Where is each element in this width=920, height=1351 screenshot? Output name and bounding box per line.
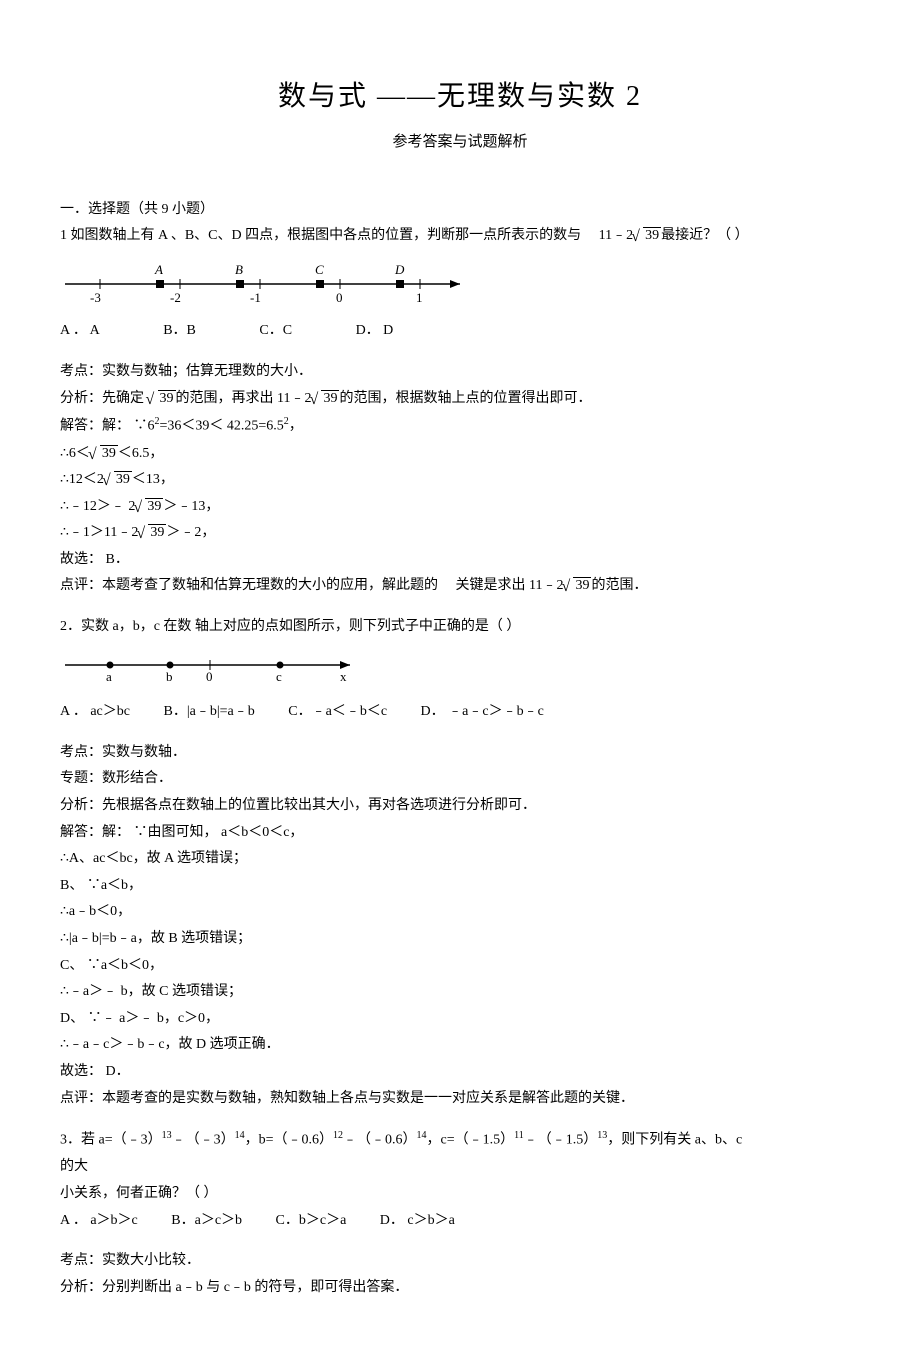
section-heading: 一．选择题（共 9 小题） [60,197,860,224]
sqrt-icon: 39 [563,573,591,600]
q1-step3: ∴﹣12＞﹣ 239＞﹣13， [60,494,860,521]
svg-text:C: C [315,262,324,277]
sqrt-icon: 39 [311,386,339,413]
q1-kaodian: 考点：实数与数轴；估算无理数的大小． [60,359,860,386]
q2-option-b: B．|a﹣b|=a﹣b [163,699,254,726]
q1-jieda: 解答：解： ∵62=36＜39＜ 42.25=6.52， [60,412,860,440]
q3-option-b: B．a＞c＞b [171,1208,242,1235]
q3-option-d: D． c＞b＞a [380,1208,455,1235]
q1-options: A ． A B．B C．C D． D [60,318,860,345]
q2-guxuan: 故选： D． [60,1059,860,1086]
sqrt-icon: 39 [138,520,166,547]
q1-stem: 1 如图数轴上有 A 、B、C、D 四点，根据图中各点的位置，判断那一点所表示的… [60,223,860,250]
q2-line-b1: B、 ∵a＜b， [60,873,860,900]
q1-stem-text-c: 最接近？（ ） [661,228,749,243]
q1-option-c: C．C [259,318,292,345]
sqrt-icon: 39 [90,441,118,468]
q2-line-d1: D、 ∵﹣ a＞﹣ b，c＞0， [60,1006,860,1033]
svg-text:A: A [154,262,163,277]
q1-step2: ∴12＜239＜13， [60,467,860,494]
q3-option-c: C．b＞c＞a [276,1208,347,1235]
q1-dianping: 点评：本题考查了数轴和估算无理数的大小的应用，解此题的 关键是求出 11﹣239… [60,573,860,600]
svg-text:D: D [394,262,405,277]
sqrt-icon: 39 [633,223,661,250]
svg-text:0: 0 [206,669,213,684]
svg-text:1: 1 [416,290,423,304]
q2-fenxi: 分析：先根据各点在数轴上的位置比较出其大小，再对各选项进行分析即可． [60,793,860,820]
q2-line-a: ∴A、ac＜bc，故 A 选项错误； [60,846,860,873]
q3-option-a: A ． a＞b＞c [60,1208,138,1235]
svg-text:B: B [235,262,243,277]
svg-text:x: x [340,669,347,684]
q1-guxuan: 故选： B． [60,547,860,574]
q2-options: A ． ac＞bc B．|a﹣b|=a﹣b C．﹣a＜﹣b＜c D． ﹣a﹣c＞… [60,699,860,726]
q1-step1: ∴6＜39＜6.5， [60,441,860,468]
q2-jieda: 解答：解： ∵由图可知， a＜b＜0＜c， [60,820,860,847]
q1-option-a: A ． A [60,318,100,345]
q2-stem: 2．实数 a，b，c 在数 轴上对应的点如图所示，则下列式子中正确的是（ ） [60,614,860,641]
q3-options: A ． a＞b＞c B．a＞c＞b C．b＞c＞a D． c＞b＞a [60,1208,860,1235]
svg-text:b: b [166,669,173,684]
q3-stem-line1: 3．若 a=（﹣3）13﹣（﹣3）14，b=（﹣0.6）12﹣（﹣0.6）14，… [60,1126,860,1154]
page-subtitle: 参考答案与试题解析 [60,128,860,157]
q2-option-c: C．﹣a＜﹣b＜c [288,699,387,726]
q2-line-b3: ∴|a﹣b|=b﹣a，故 B 选项错误； [60,926,860,953]
q1-number-line: -3 -2 -1 0 1 A B C D [60,254,860,315]
sqrt-icon: 39 [104,467,132,494]
q2-zhuanti: 专题：数形结合． [60,766,860,793]
q2-number-line: a b 0 c x [60,645,860,696]
q1-option-b: B．B [163,318,196,345]
q2-line-c1: C、 ∵a＜b＜0， [60,953,860,980]
svg-text:-2: -2 [170,290,181,304]
q2-line-d2: ∴﹣a﹣c＞﹣b﹣c，故 D 选项正确． [60,1032,860,1059]
q2-option-d: D． ﹣a﹣c＞﹣b﹣c [421,699,544,726]
q2-kaodian: 考点：实数与数轴． [60,740,860,767]
q1-step4: ∴﹣1＞11﹣239＞﹣2， [60,520,860,547]
q1-stem-text-a: 1 如图数轴上有 A 、B、C、D 四点，根据图中各点的位置，判断那一点所表示的… [60,228,581,243]
sqrt-icon: 39 [135,494,163,521]
q1-option-d: D． D [356,318,394,345]
q2-option-a: A ． ac＞bc [60,699,130,726]
sqrt-icon: 39 [148,386,176,413]
svg-text:-1: -1 [250,290,261,304]
q1-fenxi: 分析：先确定 39的范围，再求出 11﹣239的范围，根据数轴上点的位置得出即可… [60,386,860,413]
q2-line-b2: ∴a﹣b＜0， [60,899,860,926]
page-title: 数与式 ——无理数与实数 2 [60,70,860,123]
svg-text:0: 0 [336,290,343,304]
q3-stem-line3: 小关系，何者正确？（ ） [60,1181,860,1208]
svg-text:a: a [106,669,112,684]
q3-kaodian: 考点：实数大小比较． [60,1248,860,1275]
svg-text:-3: -3 [90,290,101,304]
q2-line-c2: ∴﹣a＞﹣ b，故 C 选项错误； [60,979,860,1006]
q3-stem-line2: 的大 [60,1154,860,1181]
svg-text:c: c [276,669,282,684]
q2-dianping: 点评：本题考查的是实数与数轴，熟知数轴上各点与实数是一一对应关系是解答此题的关键… [60,1086,860,1113]
q3-fenxi: 分析：分别判断出 a﹣b 与 c﹣b 的符号，即可得出答案． [60,1275,860,1302]
q1-stem-text-b: 11﹣2 [599,228,633,243]
